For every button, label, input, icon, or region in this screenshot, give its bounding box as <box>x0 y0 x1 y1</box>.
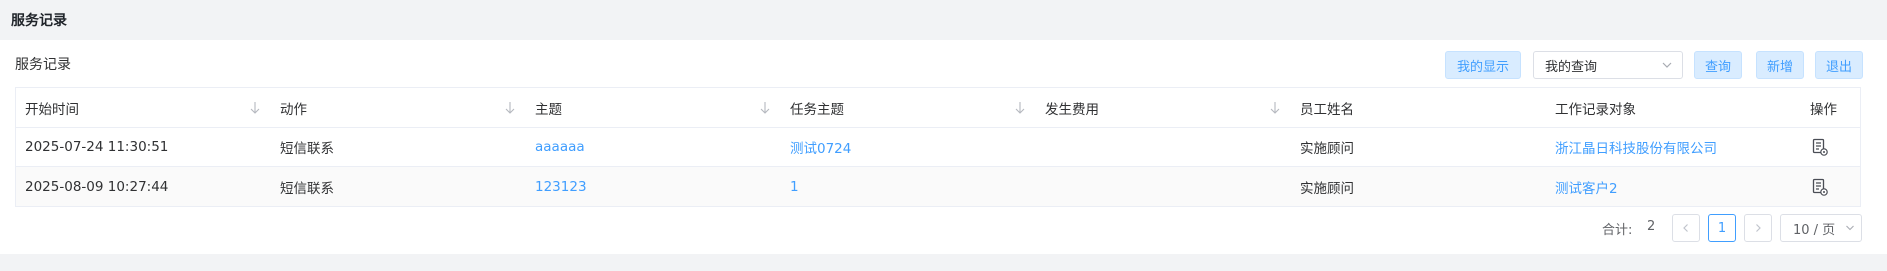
cell-subject-link[interactable]: aaaaaa <box>535 128 585 166</box>
cell-start-time: 2025-08-09 10:27:44 <box>25 178 169 195</box>
chevron-down-icon <box>1846 225 1854 231</box>
column-header-operation: 操作 <box>1810 101 1837 118</box>
column-header-record-object[interactable]: 工作记录对象 <box>1555 88 1636 127</box>
cell-record-object-link[interactable]: 浙江晶日科技股份有限公司 <box>1555 128 1717 166</box>
exit-button[interactable]: 退出 <box>1815 51 1863 79</box>
table-header-row: 开始时间 动作 主题 任务主题 发生费用 员工姓名 工作记录对象 操作 <box>16 88 1860 128</box>
query-button[interactable]: 查询 <box>1694 51 1742 79</box>
total-label: 合计: <box>1602 223 1633 238</box>
page-size-value: 10 / 页 <box>1793 222 1836 238</box>
cell-action: 短信联系 <box>280 180 334 197</box>
sort-down-icon[interactable] <box>249 101 261 115</box>
record-view-icon[interactable] <box>1812 178 1828 196</box>
chevron-down-icon <box>1662 62 1672 68</box>
cell-record-object-link[interactable]: 测试客户2 <box>1555 167 1618 206</box>
column-header-start-time[interactable]: 开始时间 <box>25 88 79 127</box>
column-header-cost[interactable]: 发生费用 <box>1045 88 1099 127</box>
service-record-panel: 服务记录 我的显示 我的查询 查询 新增 退出 开始时间 动作 主题 任务主题 … <box>0 40 1887 254</box>
page-title: 服务记录 <box>11 13 67 29</box>
table-row: 2025-08-09 10:27:44 短信联系 123123 1 实施顾问 测… <box>16 167 1860 206</box>
chevron-right-icon <box>1756 224 1761 232</box>
column-header-action[interactable]: 动作 <box>280 88 307 127</box>
table-row: 2025-07-24 11:30:51 短信联系 aaaaaa 测试0724 实… <box>16 128 1860 167</box>
cell-task-subject-link[interactable]: 1 <box>790 167 799 206</box>
row-operation <box>1812 128 1828 166</box>
cell-subject-link[interactable]: 123123 <box>535 167 587 206</box>
toolbar: 服务记录 我的显示 我的查询 查询 新增 退出 <box>0 40 1887 88</box>
pagination: 合计: 2 1 10 / 页 <box>0 214 1887 242</box>
cell-employee: 实施顾问 <box>1300 141 1354 157</box>
service-record-table: 开始时间 动作 主题 任务主题 发生费用 员工姓名 工作记录对象 操作 2025… <box>15 87 1861 207</box>
record-view-icon[interactable] <box>1812 138 1828 156</box>
total-count: 2 <box>1647 219 1656 234</box>
sort-down-icon[interactable] <box>1269 101 1281 115</box>
chevron-left-icon <box>1683 224 1688 232</box>
cell-task-subject-link[interactable]: 测试0724 <box>790 128 851 166</box>
sort-down-icon[interactable] <box>504 101 516 115</box>
cell-employee: 实施顾问 <box>1300 180 1354 197</box>
my-display-button[interactable]: 我的显示 <box>1445 51 1521 79</box>
add-button[interactable]: 新增 <box>1756 51 1804 79</box>
page-size-select[interactable]: 10 / 页 <box>1780 214 1862 242</box>
my-query-select[interactable]: 我的查询 <box>1533 51 1683 79</box>
page-number-button[interactable]: 1 <box>1708 214 1736 242</box>
sort-down-icon[interactable] <box>759 101 771 115</box>
cell-action: 短信联系 <box>280 141 334 157</box>
next-page-button[interactable] <box>1744 214 1772 242</box>
my-query-select-value: 我的查询 <box>1545 59 1598 75</box>
prev-page-button[interactable] <box>1672 214 1700 242</box>
cell-start-time: 2025-07-24 11:30:51 <box>25 139 169 155</box>
column-header-employee[interactable]: 员工姓名 <box>1300 88 1354 127</box>
column-header-task-subject[interactable]: 任务主题 <box>790 88 844 127</box>
column-header-subject[interactable]: 主题 <box>535 88 562 127</box>
panel-title: 服务记录 <box>15 57 71 73</box>
row-operation <box>1812 167 1828 206</box>
sort-down-icon[interactable] <box>1014 101 1026 115</box>
